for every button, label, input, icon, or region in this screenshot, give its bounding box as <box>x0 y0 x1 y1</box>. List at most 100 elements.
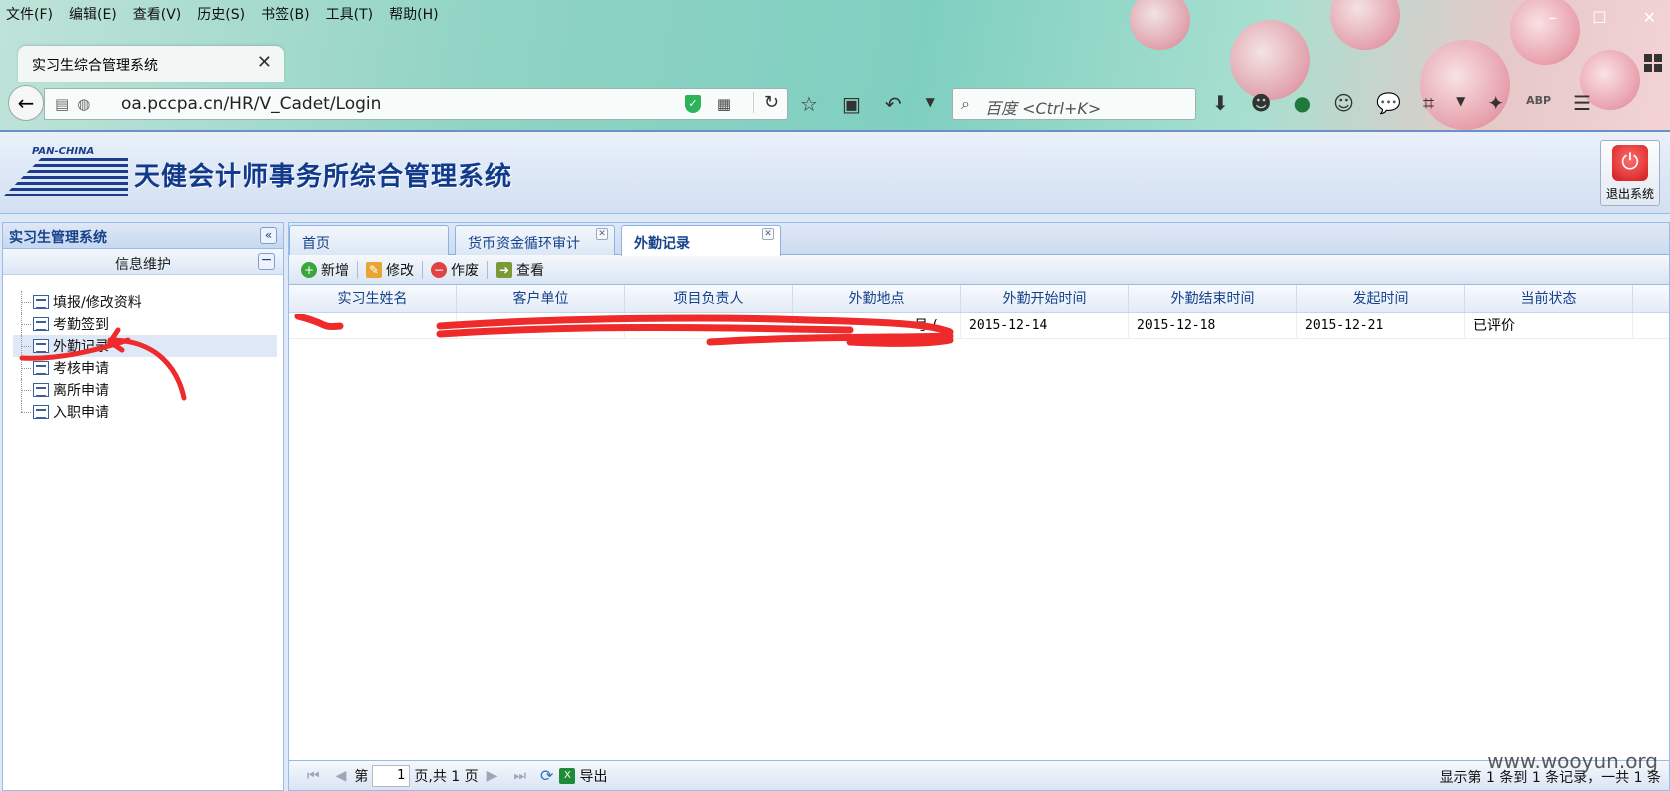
search-icon: ⌕ <box>961 94 970 113</box>
globe-icon: ◍ <box>77 95 91 113</box>
company-logo: PAN-CHINA <box>4 146 128 196</box>
excel-icon[interactable]: X <box>559 767 576 784</box>
cell-start: 2015-12-14 <box>961 313 1129 338</box>
prev-page-icon[interactable]: ◀ <box>336 768 347 784</box>
url-bar[interactable]: ▤ ◍ oa.pccpa.cn/HR/V_Cadet/Login ✓ ▦ ↻ <box>44 88 788 120</box>
menu-bar: 文件(F) 编辑(E) 查看(V) 历史(S) 书签(B) 工具(T) 帮助(H… <box>6 4 439 26</box>
west-panel-header: 实习生管理系统 « <box>3 223 283 249</box>
next-page-icon[interactable]: ▶ <box>487 768 498 784</box>
export-button[interactable]: 导出 <box>579 766 607 786</box>
west-panel-title: 实习生管理系统 <box>9 230 107 246</box>
cell-end: 2015-12-18 <box>1129 313 1297 338</box>
menu-help[interactable]: 帮助(H) <box>389 4 438 26</box>
collapse-section-icon[interactable]: − <box>258 253 275 270</box>
pencil-icon: ✎ <box>366 261 382 278</box>
logout-label: 退出系统 <box>1605 187 1654 201</box>
shield-icon[interactable]: ✓ <box>685 95 701 113</box>
cell-name <box>289 313 457 338</box>
qr-code-icon[interactable]: ▦ <box>717 95 731 113</box>
west-panel: 实习生管理系统 « 信息维护 − 填报/修改资料 考勤签到 外勤记录 考核申请 … <box>2 222 284 791</box>
dropdown-arrow-icon-2[interactable]: ▼ <box>1456 91 1465 115</box>
menu-bookmarks[interactable]: 书签(B) <box>261 4 310 26</box>
tree-item-field-records[interactable]: 外勤记录 <box>13 335 277 357</box>
smiley-icon[interactable]: ☺ <box>1333 91 1354 115</box>
menu-history[interactable]: 历史(S) <box>197 4 245 26</box>
extension-face-icon[interactable]: ☻ <box>1251 91 1272 115</box>
plus-icon: + <box>301 261 317 278</box>
search-placeholder: 百度 <Ctrl+K> <box>985 99 1102 118</box>
column-header[interactable]: 发起时间 <box>1297 285 1465 312</box>
back-arrow-icon[interactable]: ← <box>8 85 44 121</box>
reload-icon[interactable]: ↻ <box>752 92 779 113</box>
nav-bar: ← ▤ ◍ oa.pccpa.cn/HR/V_Cadet/Login ✓ ▦ ↻… <box>0 82 1670 126</box>
sidebar-icon[interactable]: ▤ <box>55 95 69 113</box>
power-icon: ⏻ <box>1612 145 1648 181</box>
maximize-icon[interactable]: ☐ <box>1592 8 1606 27</box>
abp-icon[interactable]: ABP <box>1526 91 1551 115</box>
menu-tools[interactable]: 工具(T) <box>326 4 373 26</box>
view-button[interactable]: ➜ 查看 <box>490 258 550 282</box>
first-page-icon[interactable]: ⏮ <box>307 768 320 784</box>
tree-item-attendance[interactable]: 考勤签到 <box>13 313 277 335</box>
tree-item-profile[interactable]: 填报/修改资料 <box>13 291 277 313</box>
tree-item-assessment[interactable]: 考核申请 <box>13 357 277 379</box>
tree-item-leave[interactable]: 离所申请 <box>13 379 277 401</box>
close-window-icon[interactable]: ✕ <box>1643 8 1656 27</box>
refresh-icon[interactable]: ⟳ <box>540 766 553 785</box>
tab-home[interactable]: 首页 <box>289 225 449 255</box>
reading-list-icon[interactable]: ▣ <box>842 92 861 116</box>
accordion-header[interactable]: 信息维护 − <box>3 249 283 275</box>
menu-view[interactable]: 查看(V) <box>133 4 182 26</box>
tab-groups-icon[interactable] <box>1644 54 1662 72</box>
app-header: PAN-CHINA 天健会计师事务所综合管理系统 ⏻ 退出系统 <box>0 130 1670 214</box>
tab-field-records[interactable]: 外勤记录 ✕ <box>621 225 781 256</box>
dropdown-arrow-icon[interactable]: ▼ <box>926 92 935 116</box>
document-icon <box>33 339 49 353</box>
tab-cash-audit[interactable]: 货币资金循环审计 ✕ <box>455 225 615 255</box>
bookmark-star-icon[interactable]: ☆ <box>800 92 818 116</box>
browser-tab-active[interactable]: 实习生综合管理系统 ✕ <box>18 46 284 82</box>
menu-file[interactable]: 文件(F) <box>6 4 53 26</box>
document-icon <box>33 317 49 331</box>
column-header[interactable]: 项目负责人 <box>625 285 793 312</box>
hamburger-menu-icon[interactable]: ☰ <box>1573 91 1591 115</box>
search-bar[interactable]: ⌕ 百度 <Ctrl+K> <box>952 88 1196 120</box>
minus-circle-icon: − <box>431 261 447 278</box>
extension-puzzle-icon[interactable]: ✦ <box>1487 91 1504 115</box>
column-header[interactable]: 实习生姓名 <box>289 285 457 312</box>
page-number-input[interactable]: 1 <box>372 764 411 787</box>
menu-edit[interactable]: 编辑(E) <box>69 4 117 26</box>
edit-button[interactable]: ✎ 修改 <box>360 258 420 282</box>
extension-green-icon[interactable]: ● <box>1294 91 1311 115</box>
tab-strip: 首页 货币资金循环审计 ✕ 外勤记录 ✕ <box>289 223 1669 256</box>
pagination-bar: ⏮ ◀ 第 1 页,共 1 页 ▶ ⏭ ⟳ X 导出 显示第 1 条到 1 条记… <box>289 760 1669 790</box>
browser-tab-title: 实习生综合管理系统 <box>32 58 158 74</box>
view-document-icon: ➜ <box>496 261 512 278</box>
logo-text: PAN-CHINA <box>32 146 95 157</box>
collapse-panel-icon[interactable]: « <box>260 227 277 244</box>
crop-icon[interactable]: ⌗ <box>1423 91 1434 115</box>
void-button[interactable]: − 作废 <box>425 258 485 282</box>
minimize-icon[interactable]: – <box>1548 8 1556 27</box>
close-tab-icon[interactable]: ✕ <box>596 228 608 240</box>
column-header[interactable]: 外勤开始时间 <box>961 285 1129 312</box>
close-tab-icon[interactable]: ✕ <box>762 228 774 240</box>
chat-bubble-icon[interactable]: 💬 <box>1376 91 1401 115</box>
column-header[interactable]: 客户单位 <box>457 285 625 312</box>
document-icon <box>33 405 49 419</box>
column-header[interactable]: 外勤地点 <box>793 285 961 312</box>
table-row[interactable]: 号 (… 2015-12-14 2015-12-18 2015-12-21 已评… <box>289 313 1669 339</box>
page-suffix: 页,共 1 页 <box>414 768 479 785</box>
download-icon[interactable]: ⬇ <box>1212 91 1229 115</box>
logout-button[interactable]: ⏻ 退出系统 <box>1600 140 1660 206</box>
last-page-icon[interactable]: ⏭ <box>513 768 526 784</box>
tree-item-onboarding[interactable]: 入职申请 <box>13 401 277 423</box>
cell-manager <box>625 313 793 338</box>
column-header[interactable]: 外勤结束时间 <box>1129 285 1297 312</box>
add-button[interactable]: + 新增 <box>295 258 355 282</box>
document-icon <box>33 295 49 309</box>
undo-icon[interactable]: ↶ <box>885 92 902 116</box>
column-header[interactable]: 当前状态 <box>1465 285 1633 312</box>
tab-close-icon[interactable]: ✕ <box>257 52 272 73</box>
grid-header: 实习生姓名 客户单位 项目负责人 外勤地点 外勤开始时间 外勤结束时间 发起时间… <box>289 285 1669 313</box>
